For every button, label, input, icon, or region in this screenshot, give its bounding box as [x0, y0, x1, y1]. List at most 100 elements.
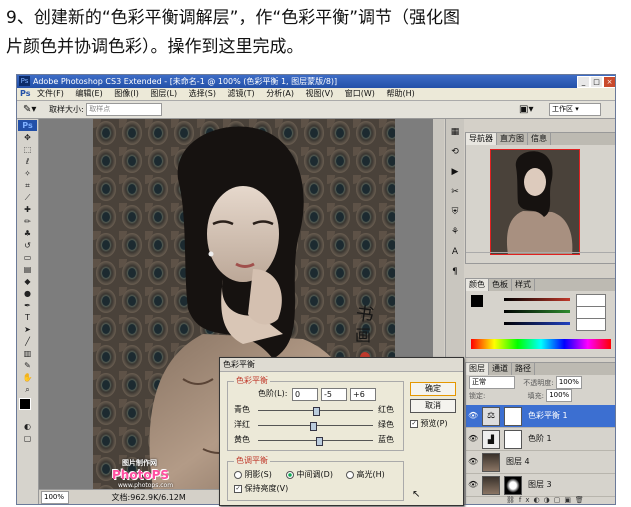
fill-input[interactable]: 100% [546, 389, 573, 402]
close-button[interactable]: × [603, 76, 615, 88]
layer-mask-thumbnail[interactable] [504, 430, 522, 449]
move-tool-icon[interactable]: ✥ [18, 132, 37, 143]
tab-histogram[interactable]: 直方图 [497, 133, 528, 145]
menu-analysis[interactable]: 分析(A) [266, 89, 294, 98]
cancel-button[interactable]: 取消 [410, 399, 456, 413]
screen-mode-icon[interactable]: ▢ [18, 433, 37, 444]
menu-image[interactable]: 图像(I) [114, 89, 139, 98]
menu-filter[interactable]: 滤镜(T) [228, 89, 255, 98]
brush-preset-icon[interactable]: ▦ [448, 125, 462, 139]
foreground-color[interactable] [19, 398, 31, 410]
yellow-blue-slider-thumb[interactable] [315, 437, 323, 446]
menu-help[interactable]: 帮助(H) [386, 89, 414, 98]
navigator-zoom-bar[interactable] [466, 252, 615, 263]
visibility-eye-icon[interactable]: 👁 [468, 451, 478, 473]
eyedropper-tool-icon[interactable]: ✎▾ [23, 104, 36, 115]
sample-size-select[interactable]: 取样点 [86, 103, 163, 116]
pen-tool-icon[interactable]: ✒ [18, 300, 37, 311]
preserve-luminosity-option[interactable]: ✓ 保持亮度(V) [234, 484, 288, 494]
crop-tool-icon[interactable]: ⌗ [18, 180, 37, 191]
layer-comps-icon[interactable]: ⛨ [448, 205, 462, 219]
dodge-tool-icon[interactable]: ● [18, 288, 37, 299]
level-yellow-blue[interactable]: +6 [350, 388, 376, 401]
layer-mask-thumbnail[interactable] [504, 407, 522, 426]
layer-row[interactable]: 👁 ▟ 色阶 1 [466, 428, 615, 451]
opacity-input[interactable]: 100% [555, 376, 582, 389]
blur-tool-icon[interactable]: ◆ [18, 276, 37, 287]
menu-select[interactable]: 选择(S) [189, 89, 216, 98]
tab-info[interactable]: 信息 [528, 133, 551, 145]
tab-styles[interactable]: 样式 [512, 279, 535, 291]
history-brush-tool-icon[interactable]: ↺ [18, 240, 37, 251]
zoom-level[interactable]: 100% [41, 491, 69, 504]
tab-paths[interactable]: 路径 [512, 363, 535, 375]
layer-name[interactable]: 图层 3 [528, 474, 552, 496]
midtones-radio[interactable] [286, 470, 294, 479]
character-icon[interactable]: A [448, 245, 462, 259]
brush-tool-icon[interactable]: ✏ [18, 216, 37, 227]
app-menu-icon[interactable]: Ps [20, 89, 30, 98]
menu-window[interactable]: 窗口(W) [345, 89, 375, 98]
marquee-tool-icon[interactable]: ⬚ [18, 144, 37, 155]
preview-option[interactable]: ✓ 预览(P) [410, 419, 448, 429]
level-magenta-green[interactable]: -5 [321, 388, 347, 401]
path-selection-tool-icon[interactable]: ➤ [18, 324, 37, 335]
minimize-button[interactable]: _ [577, 76, 590, 88]
gradient-tool-icon[interactable]: ▤ [18, 264, 37, 275]
layer-name[interactable]: 色彩平衡 1 [528, 405, 568, 427]
hand-tool-icon[interactable]: ✋ [18, 372, 37, 383]
tool-presets-icon[interactable]: ✂ [448, 185, 462, 199]
layer-row[interactable]: 👁 图层 4 [466, 451, 615, 474]
shadows-radio[interactable] [234, 470, 242, 479]
clone-stamp-tool-icon[interactable]: ♣ [18, 228, 37, 239]
visibility-eye-icon[interactable]: 👁 [468, 474, 478, 496]
color-ramp[interactable] [471, 339, 611, 349]
navigator-thumbnail[interactable] [490, 149, 580, 255]
tab-swatches[interactable]: 色板 [489, 279, 512, 291]
tab-channels[interactable]: 通道 [489, 363, 512, 375]
layer-footer-icons[interactable]: ⛓fx◐◑▢▣🗑 [506, 496, 588, 504]
quick-mask-icon[interactable]: ◐ [18, 421, 37, 432]
blue-value[interactable] [576, 318, 606, 331]
layer-row[interactable]: 👁 图层 3 [466, 474, 615, 497]
lasso-tool-icon[interactable]: ℓ [18, 156, 37, 167]
maximize-button[interactable]: □ [590, 76, 603, 88]
notes-tool-icon[interactable]: ▥ [18, 348, 37, 359]
preserve-luminosity-checkbox[interactable]: ✓ [234, 484, 242, 493]
menu-view[interactable]: 视图(V) [306, 89, 334, 98]
preview-checkbox[interactable]: ✓ [410, 419, 418, 428]
magic-wand-tool-icon[interactable]: ✧ [18, 168, 37, 179]
level-cyan-red[interactable]: 0 [292, 388, 318, 401]
layer-name[interactable]: 图层 4 [506, 451, 530, 473]
cyan-red-slider-thumb[interactable] [312, 407, 320, 416]
magenta-green-slider-thumb[interactable] [309, 422, 317, 431]
menu-edit[interactable]: 编辑(E) [75, 89, 102, 98]
paragraph-icon[interactable]: ¶ [448, 265, 462, 279]
workspace-menu[interactable]: 工作区 ▾ [549, 103, 601, 116]
layer-thumbnail[interactable] [482, 453, 500, 472]
clone-source-icon[interactable]: ⚘ [448, 225, 462, 239]
layer-name[interactable]: 色阶 1 [528, 428, 552, 450]
blue-slider[interactable] [504, 322, 570, 325]
layer-mask-thumbnail[interactable] [504, 476, 522, 495]
ok-button[interactable]: 确定 [410, 382, 456, 396]
type-tool-icon[interactable]: T [18, 312, 37, 323]
layer-thumbnail[interactable] [482, 476, 500, 495]
menu-layer[interactable]: 图层(L) [150, 89, 177, 98]
history-icon[interactable]: ⟲ [448, 145, 462, 159]
red-slider[interactable] [504, 298, 570, 301]
shape-tool-icon[interactable]: ╱ [18, 336, 37, 347]
visibility-eye-icon[interactable]: 👁 [468, 428, 478, 450]
slice-tool-icon[interactable]: ⟋ [18, 192, 37, 203]
healing-brush-tool-icon[interactable]: ✚ [18, 204, 37, 215]
visibility-eye-icon[interactable]: 👁 [468, 405, 478, 427]
green-slider[interactable] [504, 310, 570, 313]
eyedropper-tool-icon-2[interactable]: ✎ [18, 360, 37, 371]
zoom-tool-icon[interactable]: ⌕ [18, 384, 37, 395]
tone-highlights-option[interactable]: 高光(H) [346, 470, 385, 480]
tone-midtones-option[interactable]: 中间调(D) [286, 470, 333, 480]
layer-row[interactable]: 👁 ⚖ 色彩平衡 1 [466, 405, 615, 428]
menu-file[interactable]: 文件(F) [37, 89, 64, 98]
color-fg-swatch[interactable] [471, 295, 483, 307]
tone-shadows-option[interactable]: 阴影(S) [234, 470, 272, 480]
